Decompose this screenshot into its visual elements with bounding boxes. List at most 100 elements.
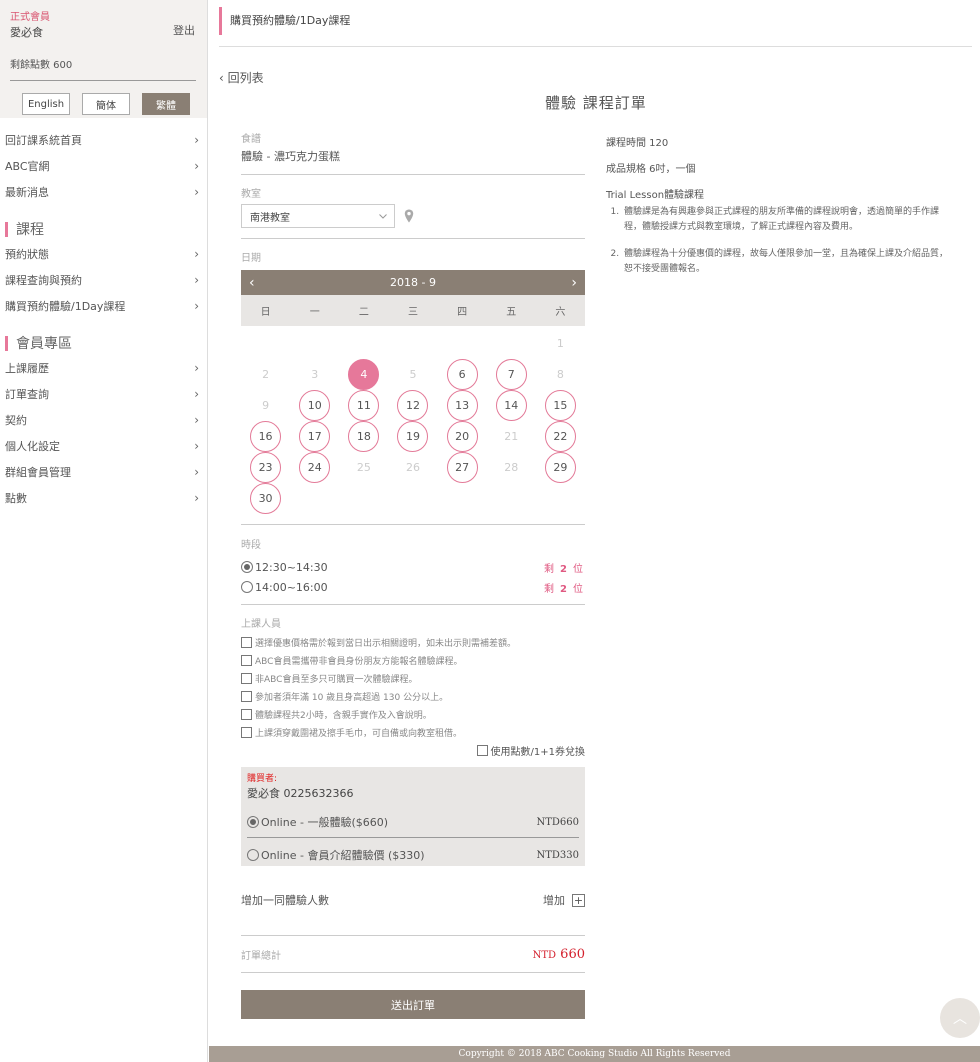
calendar-prev-button[interactable]: ‹ xyxy=(249,275,255,291)
notice-checkbox-row[interactable]: 參加者須年滿 10 歲且身高超過 130 公分以上。 xyxy=(241,687,585,705)
calendar-day-available[interactable]: 11 xyxy=(339,390,388,421)
calendar-day-available[interactable]: 19 xyxy=(388,421,437,452)
timeslot-option[interactable]: 12:30~14:30 剩2位 xyxy=(241,557,585,577)
total-amount: 660 xyxy=(560,946,585,962)
calendar-day-number: 20 xyxy=(446,421,478,452)
calendar-day-available[interactable]: 6 xyxy=(438,359,487,390)
price-option-price: NTD330 xyxy=(536,849,579,861)
nav-item-points[interactable]: 點數 › xyxy=(0,485,207,511)
logout-link[interactable]: 登出 xyxy=(173,22,195,38)
nav-item-label: 最新消息 xyxy=(5,186,49,199)
weekday: 三 xyxy=(407,307,418,318)
nav-item-booking-status[interactable]: 預約狀態 › xyxy=(0,241,207,267)
chevron-right-icon: › xyxy=(194,413,199,427)
calendar-day-available[interactable]: 12 xyxy=(388,390,437,421)
map-pin-icon[interactable] xyxy=(404,209,414,223)
nav-general: 回訂課系統首頁 › ABC官網 › 最新消息 › xyxy=(0,127,207,205)
nav-item-history[interactable]: 上課履歷 › xyxy=(0,355,207,381)
price-option[interactable]: Online - 會員介紹體驗價 ($330) NTD330 xyxy=(247,844,579,866)
use-points-row[interactable]: 使用點數/1+1券兌換 xyxy=(241,741,585,759)
seats-count: 2 xyxy=(560,563,569,575)
calendar-day-selected[interactable]: 4 xyxy=(339,359,388,390)
calendar-day-available[interactable]: 29 xyxy=(536,452,585,483)
radio-icon[interactable] xyxy=(241,580,253,593)
timeslot-option[interactable]: 14:00~16:00 剩2位 xyxy=(241,577,585,597)
calendar-day-available[interactable]: 27 xyxy=(438,452,487,483)
classroom-selected-value: 南港教室 xyxy=(250,212,290,224)
calendar-day-available[interactable]: 30 xyxy=(241,483,290,514)
calendar-month: 2018 - 9 xyxy=(390,276,436,289)
nav-item-trial-purchase[interactable]: 購買預約體驗/1Day課程 › xyxy=(0,293,207,319)
divider xyxy=(241,238,585,239)
seats-prefix: 剩 xyxy=(544,563,557,575)
calendar-day-available[interactable]: 23 xyxy=(241,452,290,483)
calendar-day-available[interactable]: 22 xyxy=(536,421,585,452)
nav-item-label: 回訂課系統首頁 xyxy=(5,134,82,147)
add-attendee-button[interactable]: 增加 + xyxy=(543,892,585,908)
notice-checkbox-row[interactable]: ABC會員需攜帶非會員身份朋友方能報名體驗課程。 xyxy=(241,651,585,669)
calendar-next-button[interactable]: › xyxy=(571,275,577,291)
radio-selected-icon[interactable] xyxy=(241,560,253,573)
calendar-day-available[interactable]: 14 xyxy=(487,390,536,421)
calendar-empty-cell xyxy=(339,328,388,359)
calendar-day-number: 14 xyxy=(495,390,527,421)
nav-item-contract[interactable]: 契約 › xyxy=(0,407,207,433)
lang-simplified-button[interactable]: 簡体 xyxy=(82,93,130,115)
calendar-day-available[interactable]: 15 xyxy=(536,390,585,421)
calendar-day-number: 24 xyxy=(299,452,331,483)
nav-item-abc-site[interactable]: ABC官網 › xyxy=(0,153,207,179)
radio-icon[interactable] xyxy=(247,849,259,861)
calendar-day-available[interactable]: 13 xyxy=(438,390,487,421)
calendar-day-available[interactable]: 16 xyxy=(241,421,290,452)
back-to-list-link[interactable]: ‹ 回列表 xyxy=(219,69,264,86)
calendar-day-number: 13 xyxy=(446,390,478,421)
lang-traditional-button[interactable]: 繁體 xyxy=(142,93,190,115)
weekday: 四 xyxy=(457,307,468,318)
calendar-day-available[interactable]: 24 xyxy=(290,452,339,483)
calendar-day-available[interactable]: 18 xyxy=(339,421,388,452)
calendar-day-number: 10 xyxy=(299,390,331,421)
nav-item-settings[interactable]: 個人化設定 › xyxy=(0,433,207,459)
calendar-day-number: 26 xyxy=(405,461,420,474)
scroll-top-button[interactable]: ︿ xyxy=(940,998,980,1038)
checkbox-icon[interactable] xyxy=(241,672,252,684)
checkbox-icon[interactable] xyxy=(476,744,488,756)
timeslot-radio-label: 14:00~16:00 xyxy=(241,580,328,594)
checkbox-icon[interactable] xyxy=(241,690,252,702)
lang-english-button[interactable]: English xyxy=(22,93,70,115)
classroom-select[interactable]: 南港教室 xyxy=(241,204,395,228)
nav-item-booking-home[interactable]: 回訂課系統首頁 › xyxy=(0,127,207,153)
calendar-day-available[interactable]: 20 xyxy=(438,421,487,452)
price-option-label-wrap: Online - 會員介紹體驗價 ($330) xyxy=(247,847,425,863)
course-duration: 課程時間 120 xyxy=(606,138,669,149)
checkbox-icon[interactable] xyxy=(241,708,252,720)
calendar-day-number: 11 xyxy=(348,390,380,421)
nav-item-group[interactable]: 群組會員管理 › xyxy=(0,459,207,485)
nav-item-label: 契約 xyxy=(5,414,27,427)
calendar-day-available[interactable]: 10 xyxy=(290,390,339,421)
price-option[interactable]: Online - 一般體驗($660) NTD660 xyxy=(247,811,579,833)
order-form: 食譜 體驗 - 濃巧克力蛋糕 教室 南港教室 日期 ‹ 2018 - 9 › 日… xyxy=(241,130,585,1019)
checkbox-icon[interactable] xyxy=(241,636,252,648)
calendar-day-number: 15 xyxy=(544,390,576,421)
nav-item-course-search[interactable]: 課程查詢與預約 › xyxy=(0,267,207,293)
notice-checkbox-row[interactable]: 上課須穿戴圍裙及擦手毛巾，可自備或向教室租借。 xyxy=(241,723,585,741)
nav-item-orders[interactable]: 訂單查詢 › xyxy=(0,381,207,407)
checkbox-icon[interactable] xyxy=(241,726,252,738)
submit-order-button[interactable]: 送出訂單 xyxy=(241,990,585,1019)
nav-item-news[interactable]: 最新消息 › xyxy=(0,179,207,205)
notice-checkbox-row[interactable]: 體驗課程共2小時，含親手實作及入會說明。 xyxy=(241,705,585,723)
notice-checkbox-row[interactable]: 選擇優惠價格需於報到當日出示相關證明，如未出示則需補差額。 xyxy=(241,633,585,651)
radio-selected-icon[interactable] xyxy=(247,816,259,828)
weekday: 二 xyxy=(358,307,369,318)
calendar-day-available[interactable]: 17 xyxy=(290,421,339,452)
calendar-day-number: 21 xyxy=(504,430,519,443)
nav-item-label: 預約狀態 xyxy=(5,248,49,261)
calendar-empty-cell xyxy=(487,328,536,359)
notice-checkbox-row[interactable]: 非ABC會員至多只可購買一次體驗課程。 xyxy=(241,669,585,687)
nav-item-label: 訂單查詢 xyxy=(5,388,49,401)
plus-icon[interactable]: + xyxy=(572,893,585,907)
checkbox-icon[interactable] xyxy=(241,654,252,666)
section-accent-bar xyxy=(5,335,8,351)
calendar-day-available[interactable]: 7 xyxy=(487,359,536,390)
